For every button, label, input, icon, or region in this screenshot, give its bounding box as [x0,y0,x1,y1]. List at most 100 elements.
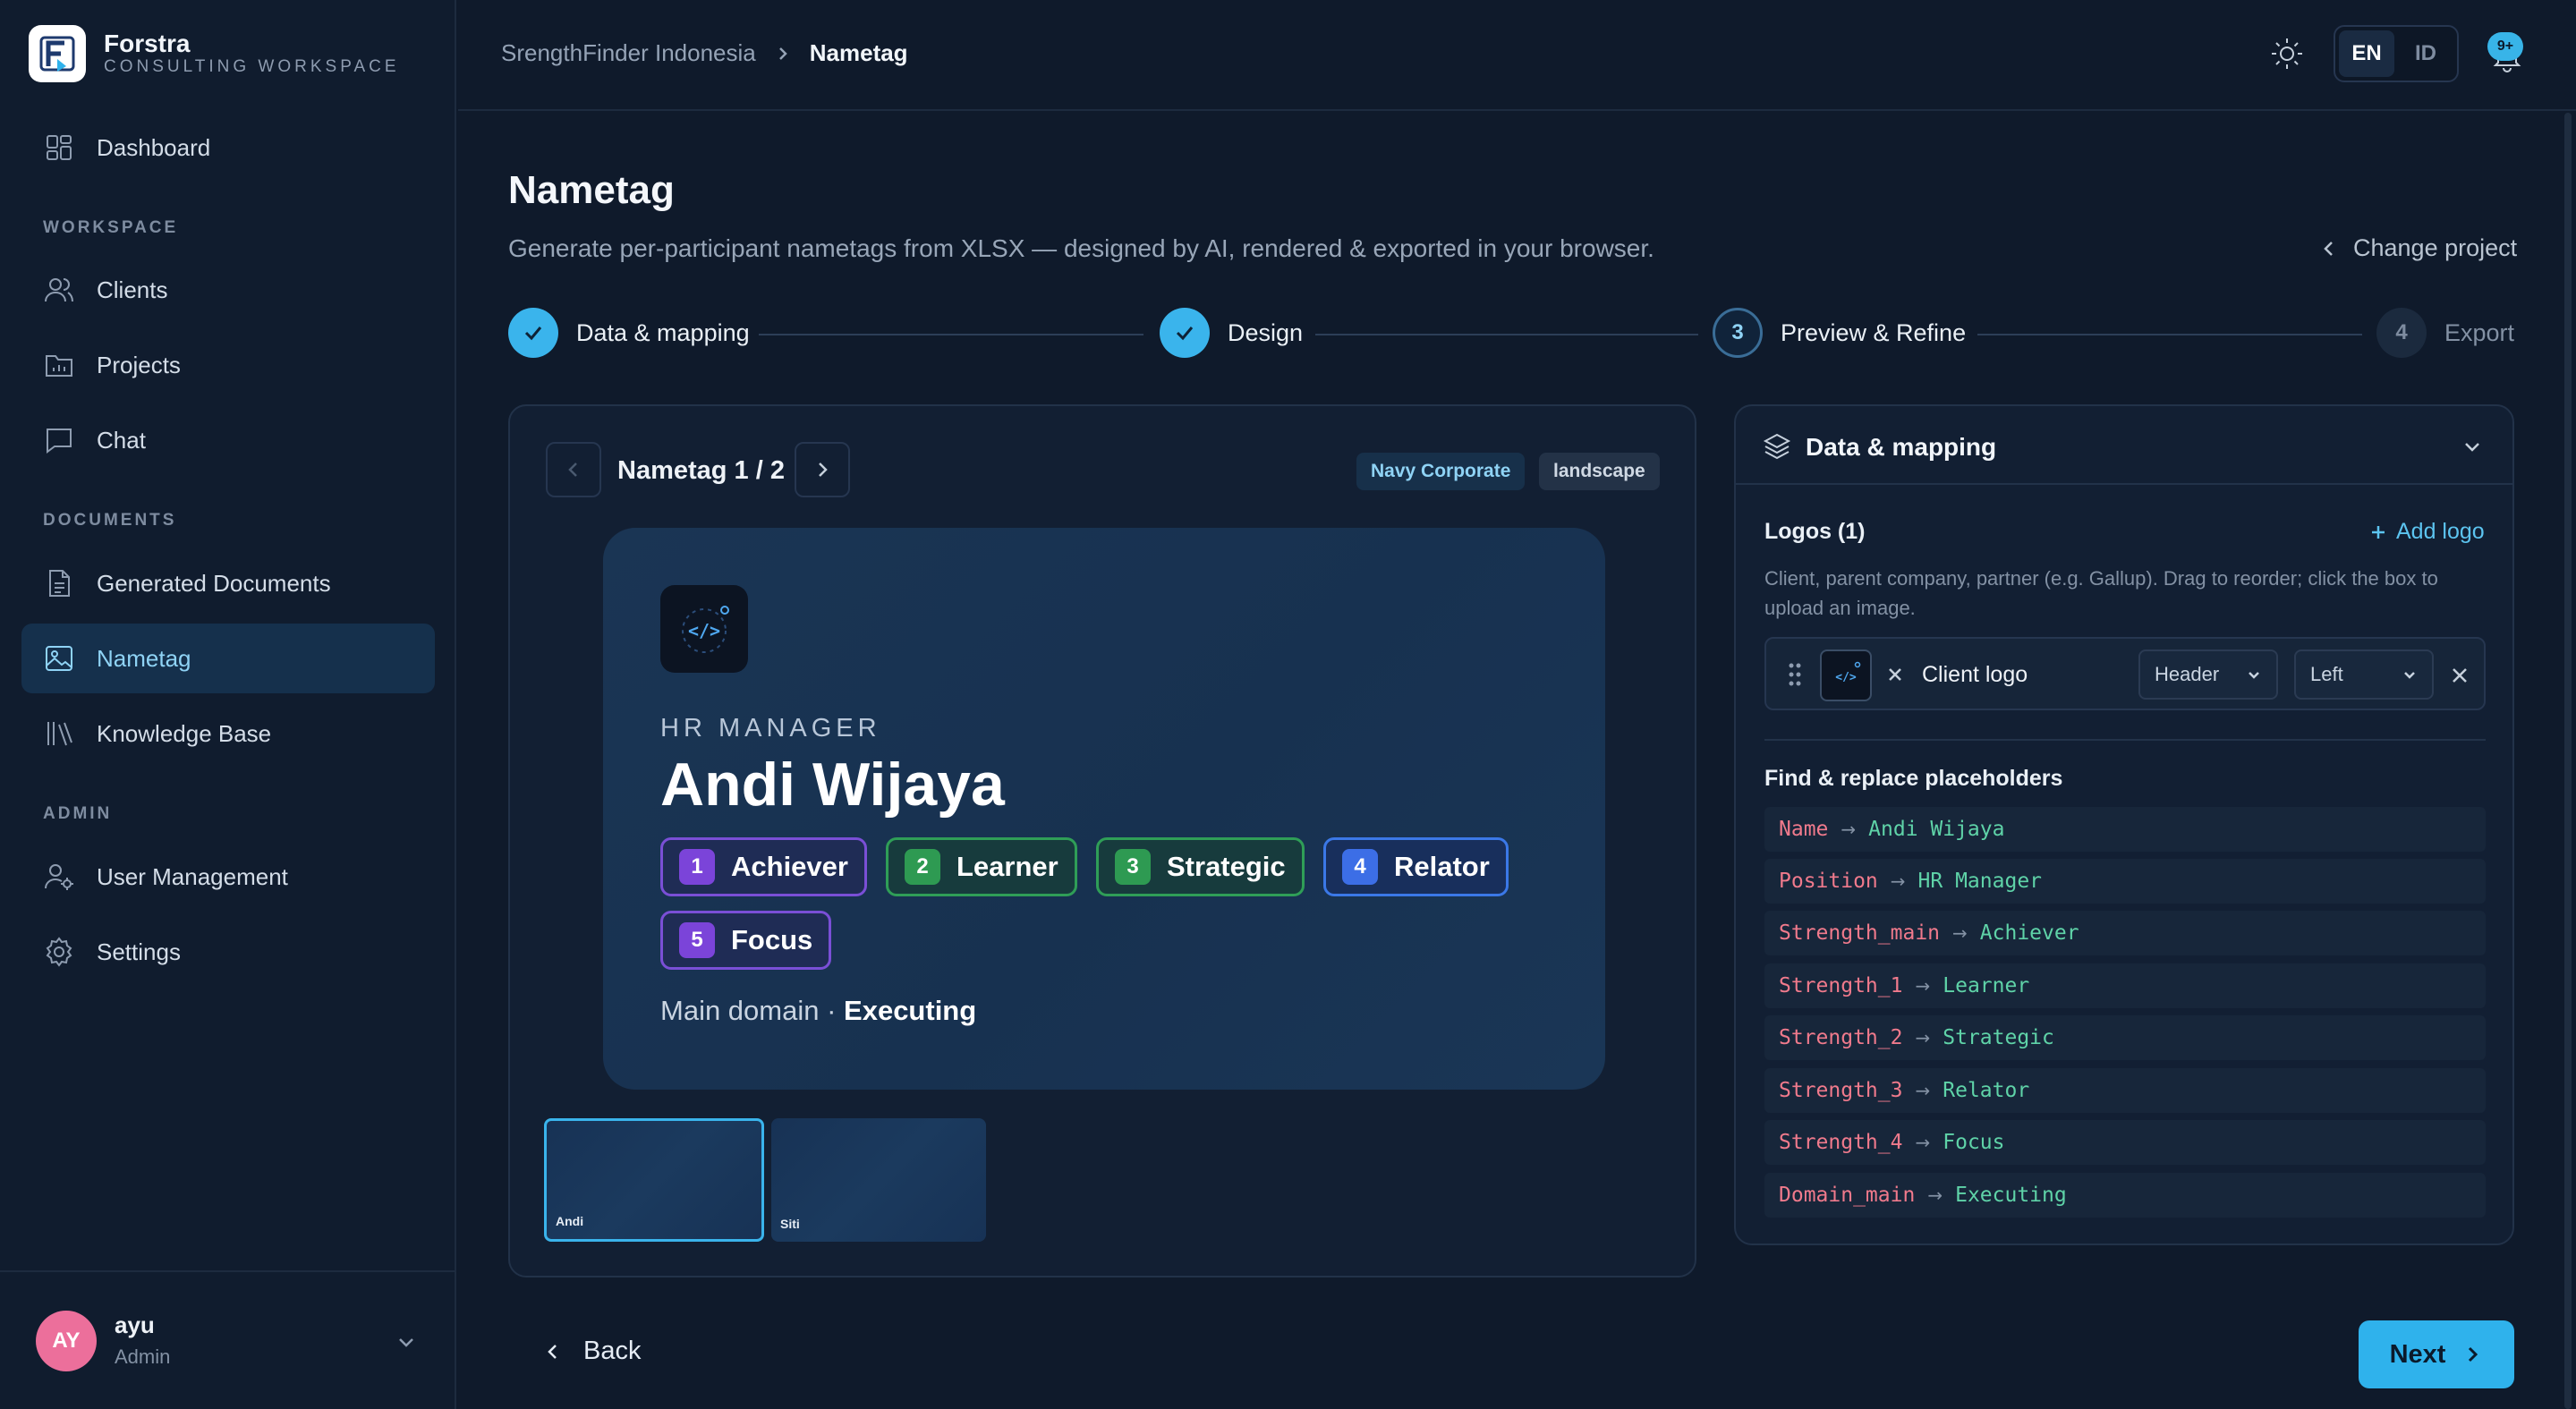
placeholder-value: Strategic [1943,1026,2054,1049]
next-nametag-button[interactable] [795,442,850,497]
placeholder-row[interactable]: Strength_main → Achiever [1764,911,2486,955]
arrow-right-icon: → [1915,1132,1931,1153]
nametag-thumbnail[interactable]: Siti [771,1118,986,1242]
placeholder-row[interactable]: Strength_2 → Strategic [1764,1015,2486,1060]
next-label: Next [2389,1339,2446,1369]
sidebar-item-dashboard[interactable]: Dashboard [21,113,435,182]
section-admin: ADMIN [43,804,113,823]
chevron-right-icon [819,463,828,477]
step-label: Preview & Refine [1781,318,1967,346]
chevron-down-icon[interactable] [2461,435,2484,458]
placeholder-row[interactable]: Strength_4 → Focus [1764,1120,2486,1165]
add-logo-label: Add logo [2396,519,2485,544]
strength-rank: 1 [679,849,715,885]
placeholder-row[interactable]: Position → HR Manager [1764,859,2486,904]
thumbnail-label: Siti [780,1217,800,1231]
add-logo-button[interactable]: Add logo [2369,519,2485,545]
strength-rank: 2 [905,849,940,885]
scrollbar[interactable] [2564,113,2572,1409]
step-label: Design [1228,318,1304,346]
chevron-left-icon [2324,241,2333,256]
chevron-left-icon [548,1344,557,1359]
placeholder-value: Achiever [1979,921,2079,945]
lang-id-button[interactable]: ID [2398,30,2453,77]
strength-label: Achiever [731,851,848,882]
sidebar-item-nametag[interactable]: Nametag [21,624,435,693]
previous-nametag-button[interactable] [546,442,601,497]
breadcrumb-project[interactable]: SrengthFinder Indonesia [501,39,756,67]
sidebar-item-label: Generated Documents [97,569,331,597]
forstra-logo-icon [29,25,86,82]
logo-name: Client logo [1922,662,2028,687]
topbar: SrengthFinder Indonesia Nametag EN ID 9+ [458,0,2576,111]
placeholder-row[interactable]: Name → Andi Wijaya [1764,807,2486,852]
back-button[interactable]: Back [542,1337,641,1366]
sidebar-item-knowledge-base[interactable]: Knowledge Base [21,699,435,768]
sidebar-item-label: User Management [97,862,288,890]
placeholder-row[interactable]: Strength_3 → Relator [1764,1068,2486,1113]
data-mapping-header[interactable]: Data & mapping [1736,406,2512,485]
nametag-pager: Nametag 1 / 2 [617,456,785,485]
step-data-mapping[interactable]: Data & mapping [508,308,750,358]
logo-upload-box[interactable]: </> [1820,649,1872,701]
domain-prefix: Main domain · [660,995,845,1026]
step-check-icon [1160,308,1210,358]
chevron-down-icon[interactable] [394,1329,419,1354]
placeholder-row[interactable]: Strength_1 → Learner [1764,963,2486,1008]
stepper-connector [1315,334,1698,335]
placeholder-row[interactable]: Domain_main → Executing [1764,1173,2486,1218]
strength-chip: 4 Relator [1323,837,1509,896]
nametag-role: HR MANAGER [660,714,881,743]
sidebar-item-user-management[interactable]: User Management [21,842,435,912]
strength-rank: 4 [1342,849,1378,885]
document-icon [49,570,70,597]
logo-align-select[interactable]: Left [2294,649,2434,700]
strength-label: Relator [1394,851,1490,882]
placeholder-key: Strength_2 [1779,1026,1903,1049]
user-name: ayu [115,1311,155,1338]
data-mapping-panel: Data & mapping Logos (1) Add logo Client… [1734,404,2514,1245]
drag-handle-icon[interactable] [1786,660,1804,689]
plus-icon [2372,525,2385,539]
change-project-button[interactable]: Change project [2319,234,2517,262]
lang-en-button[interactable]: EN [2339,30,2394,77]
brand[interactable]: Forstra CONSULTING WORKSPACE [29,25,400,82]
sidebar-item-label: Nametag [97,644,191,672]
logo-row: </> Client logo Header Left [1764,637,2486,710]
next-button[interactable]: Next [2359,1320,2514,1388]
sun-icon[interactable] [2269,36,2305,72]
placeholder-value: Relator [1943,1079,2030,1102]
section-workspace: WORKSPACE [43,218,179,237]
user-menu[interactable]: AY ayu Admin [0,1270,455,1409]
user-role: Admin [115,1345,171,1368]
nametag-domain: Main domain · Executing [660,995,976,1027]
nametag-preview[interactable]: </> HR MANAGER Andi Wijaya 1 Achiever 2 … [603,528,1605,1090]
sidebar-item-label: Clients [97,276,168,303]
sidebar-item-clients[interactable]: Clients [21,255,435,325]
logo-position-select[interactable]: Header [2138,649,2278,700]
clear-image-icon[interactable] [1886,666,1904,683]
sidebar-item-settings[interactable]: Settings [21,917,435,987]
nametag-thumbnail[interactable]: Andi [544,1118,764,1242]
step-preview-refine[interactable]: 3 Preview & Refine [1713,308,1966,358]
step-export[interactable]: 4 Export [2376,308,2514,358]
strength-chip: 5 Focus [660,911,832,970]
step-design[interactable]: Design [1160,308,1303,358]
placeholder-value: Executing [1955,1184,2067,1207]
sidebar-item-chat[interactable]: Chat [21,405,435,475]
arrow-right-icon: → [1952,922,1968,944]
remove-logo-icon[interactable] [2450,666,2470,685]
code-logo-icon: </> [1835,661,1861,684]
avatar: AY [36,1311,97,1371]
strength-chip: 1 Achiever [660,837,867,896]
sidebar-item-generated-documents[interactable]: Generated Documents [21,548,435,618]
placeholder-value: HR Manager [1917,870,2043,893]
folder-chart-icon [46,355,72,377]
stepper-connector [1977,334,2362,335]
theme-tag: Navy Corporate [1356,453,1526,490]
sidebar-item-projects[interactable]: Projects [21,330,435,400]
logos-help-text: Client, parent company, partner (e.g. Ga… [1764,567,2438,619]
notification-badge: 9+ [2487,32,2523,61]
placeholder-key: Strength_main [1779,921,1941,945]
placeholder-key: Strength_3 [1779,1079,1903,1102]
